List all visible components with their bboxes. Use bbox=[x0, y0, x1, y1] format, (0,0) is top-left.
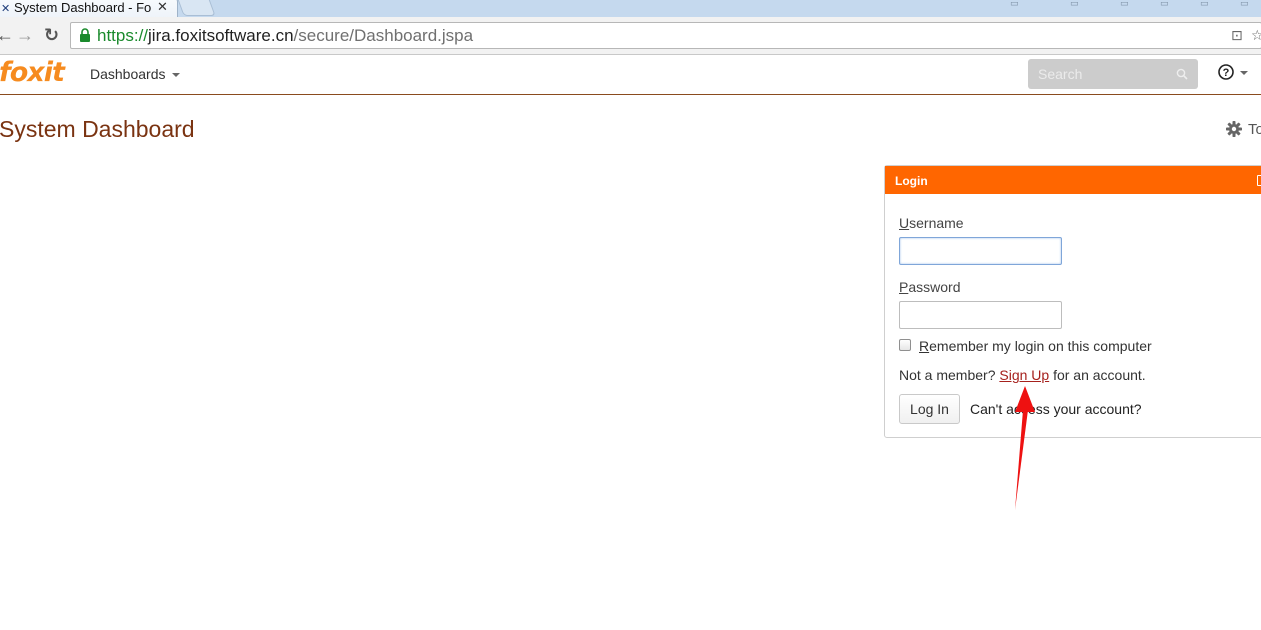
foxit-logo[interactable]: foxit bbox=[0, 57, 65, 88]
signup-prompt: Not a member? Sign Up for an account. bbox=[899, 367, 1146, 383]
chevron-down-icon bbox=[1240, 70, 1248, 75]
window-misc-icon: ▭ bbox=[1070, 0, 1079, 8]
window-minimize-icon[interactable]: ▭ bbox=[1160, 0, 1169, 12]
gadget-menu-icon[interactable] bbox=[1257, 175, 1261, 186]
search-input[interactable] bbox=[1028, 59, 1188, 89]
password-field[interactable] bbox=[899, 301, 1062, 329]
tools-label: To bbox=[1248, 121, 1261, 138]
forward-icon[interactable]: → bbox=[16, 25, 34, 45]
translate-icon[interactable]: ⊡ bbox=[1231, 27, 1243, 44]
url-text[interactable]: https://jira.foxitsoftware.cn/secure/Das… bbox=[97, 26, 473, 46]
url-host: jira.foxitsoftware.cn bbox=[148, 26, 294, 45]
remember-label-text: emember my login on this computer bbox=[929, 338, 1152, 354]
browser-tabstrip: ✕ System Dashboard - Fo ✕ ▭ ▭ ▭ ▭ ▭ ▭ bbox=[0, 0, 1261, 18]
password-label: Password bbox=[899, 279, 960, 295]
gadget-title: Login bbox=[895, 174, 928, 188]
help-icon: ? bbox=[1218, 64, 1234, 80]
username-label-text: sername bbox=[909, 215, 964, 231]
signup-prefix: Not a member? bbox=[899, 367, 996, 383]
dashboards-menu-label: Dashboards bbox=[90, 66, 166, 82]
back-icon[interactable]: ← bbox=[0, 25, 14, 45]
username-label: Username bbox=[899, 215, 964, 231]
remember-checkbox[interactable] bbox=[899, 339, 911, 351]
sign-up-link[interactable]: Sign Up bbox=[999, 367, 1049, 383]
log-in-button[interactable]: Log In bbox=[899, 394, 960, 424]
gear-icon bbox=[1226, 121, 1242, 137]
help-menu[interactable]: ? bbox=[1218, 64, 1248, 82]
remember-label-accesskey: R bbox=[919, 338, 930, 354]
help-glyph: ? bbox=[1223, 67, 1230, 79]
dashboards-menu[interactable]: Dashboards bbox=[90, 66, 180, 82]
address-bar[interactable]: https://jira.foxitsoftware.cn/secure/Das… bbox=[70, 22, 1261, 49]
username-label-accesskey: U bbox=[899, 215, 910, 231]
new-tab-button[interactable] bbox=[176, 0, 216, 16]
username-field[interactable] bbox=[899, 237, 1062, 265]
tab-title: System Dashboard - Fo bbox=[14, 0, 152, 15]
search-icon[interactable] bbox=[1176, 68, 1188, 80]
tab-close-icon[interactable]: ✕ bbox=[157, 0, 168, 15]
window-close-icon[interactable]: ▭ bbox=[1240, 0, 1249, 12]
gadget-header: Login bbox=[885, 166, 1261, 194]
lock-icon bbox=[80, 28, 90, 42]
url-path: /secure/Dashboard.jspa bbox=[293, 26, 474, 45]
browser-toolbar: ← → ↻ https://jira.foxitsoftware.cn/secu… bbox=[0, 17, 1261, 55]
reload-icon[interactable]: ↻ bbox=[44, 25, 59, 45]
annotation-arrow bbox=[1015, 386, 1035, 510]
bookmark-star-icon[interactable]: ☆ bbox=[1251, 27, 1261, 44]
page-title: System Dashboard bbox=[0, 116, 195, 142]
password-label-text: assword bbox=[908, 279, 961, 295]
window-maximize-icon[interactable]: ▭ bbox=[1200, 0, 1209, 12]
url-scheme: https:// bbox=[97, 26, 149, 45]
window-misc-icon: ▭ bbox=[1120, 0, 1129, 8]
password-label-accesskey: P bbox=[899, 279, 909, 295]
remember-label[interactable]: Remember my login on this computer bbox=[919, 338, 1152, 354]
quick-search bbox=[1028, 59, 1198, 89]
app-header: foxit Dashboards ? bbox=[0, 55, 1261, 95]
window-misc-icon: ▭ bbox=[1010, 0, 1019, 8]
login-gadget: Login Username Password Remember my logi… bbox=[884, 165, 1261, 438]
cant-access-link[interactable]: Can't access your account? bbox=[970, 401, 1142, 417]
tab-favicon-icon: ✕ bbox=[1, 3, 11, 15]
browser-tab-active[interactable]: ✕ System Dashboard - Fo ✕ bbox=[0, 0, 178, 18]
tools-menu[interactable]: To bbox=[1226, 121, 1261, 138]
signup-suffix: for an account. bbox=[1053, 367, 1146, 383]
chevron-down-icon bbox=[171, 73, 180, 78]
